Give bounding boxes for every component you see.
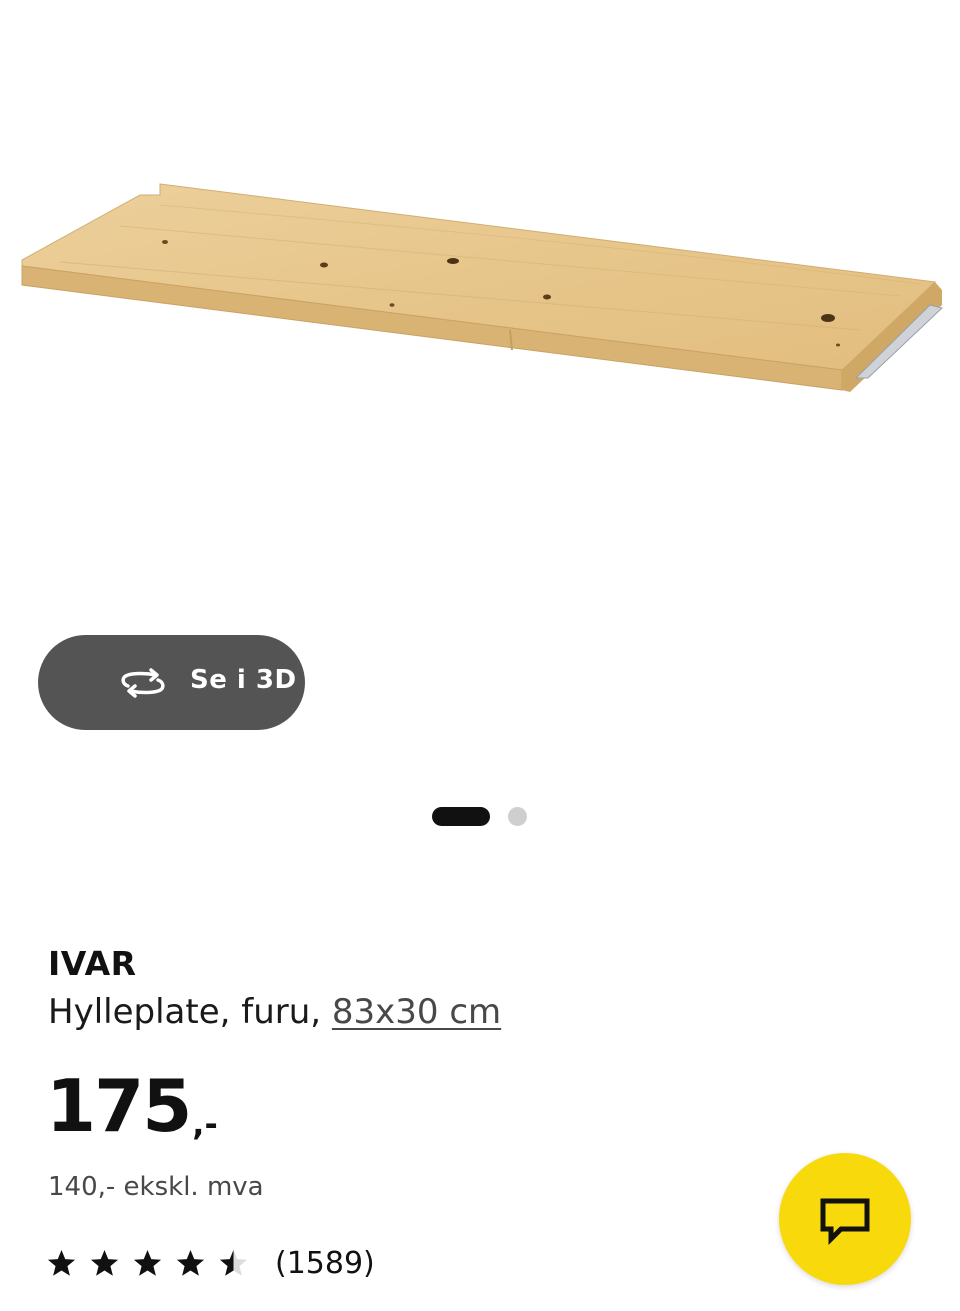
product-image[interactable]: [0, 0, 960, 630]
price-value: 175: [46, 1064, 192, 1148]
carousel-dot-active[interactable]: [432, 807, 490, 826]
chat-button[interactable]: [779, 1153, 911, 1285]
view-3d-button[interactable]: Se i 3D: [38, 635, 305, 730]
carousel-dot[interactable]: [508, 807, 527, 826]
price-ex-vat: 140,- ekskl. mva: [48, 1172, 264, 1202]
price-suffix: ,-: [192, 1105, 218, 1143]
star-full-icon: [90, 1249, 119, 1276]
rating-stars: [46, 1248, 249, 1279]
product-price: 175 ,-: [46, 1070, 218, 1142]
rotate-3d-icon: [121, 668, 165, 698]
review-count: (1589): [275, 1246, 375, 1281]
product-brand: IVAR: [48, 944, 137, 983]
star-full-icon: [47, 1249, 76, 1276]
chat-icon: [820, 1198, 870, 1245]
product-size-link[interactable]: 83x30 cm: [332, 992, 501, 1032]
star-half-icon: [219, 1249, 248, 1276]
star-full-icon: [133, 1249, 162, 1276]
product-type: Hylleplate, furu,: [48, 992, 322, 1032]
product-rating[interactable]: (1589): [46, 1246, 375, 1281]
shelf-image: [21, 183, 944, 392]
view-3d-label: Se i 3D: [190, 665, 297, 695]
product-page: Se i 3D IVAR Hylleplate, furu, 83x30 cm …: [0, 0, 960, 1311]
star-full-icon: [176, 1249, 205, 1276]
product-description: Hylleplate, furu, 83x30 cm: [48, 992, 501, 1032]
